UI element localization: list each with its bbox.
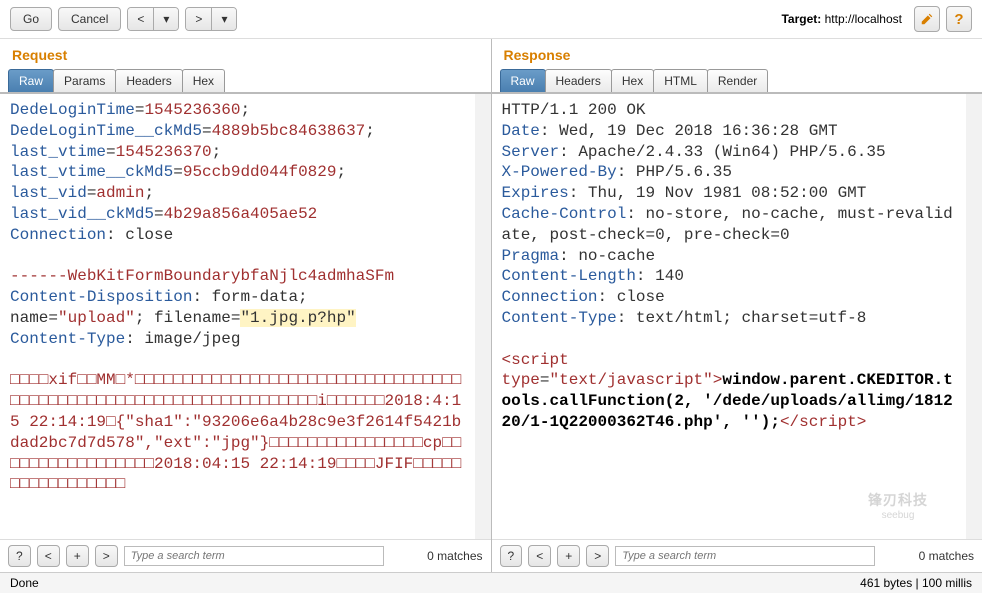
history-back-menu-button[interactable]: ▾ bbox=[154, 8, 178, 30]
response-search-next-button[interactable]: > bbox=[586, 545, 609, 567]
response-title: Response bbox=[492, 39, 982, 69]
response-search-add-button[interactable]: + bbox=[557, 545, 580, 567]
tab-response-headers[interactable]: Headers bbox=[545, 69, 612, 92]
target-label: Target: http://localhost bbox=[781, 12, 902, 26]
tab-response-render[interactable]: Render bbox=[707, 69, 768, 92]
status-left: Done bbox=[10, 576, 39, 590]
status-bar: Done 461 bytes | 100 millis bbox=[0, 572, 982, 593]
response-pane: Response Raw Headers Hex HTML Render HTT… bbox=[491, 39, 982, 572]
history-forward-menu-button[interactable]: ▾ bbox=[212, 8, 236, 30]
response-search-matches: 0 matches bbox=[919, 549, 974, 563]
request-search-add-button[interactable]: + bbox=[66, 545, 89, 567]
request-search-input[interactable] bbox=[124, 546, 384, 566]
tab-request-headers[interactable]: Headers bbox=[115, 69, 182, 92]
request-search-matches: 0 matches bbox=[427, 549, 482, 563]
history-back-button[interactable]: < bbox=[128, 8, 154, 30]
response-body[interactable]: HTTP/1.1 200 OK Date: Wed, 19 Dec 2018 1… bbox=[492, 94, 982, 539]
tab-request-raw[interactable]: Raw bbox=[8, 69, 54, 92]
cancel-button[interactable]: Cancel bbox=[58, 7, 121, 31]
tab-response-hex[interactable]: Hex bbox=[611, 69, 654, 92]
response-search-bar: ? < + > 0 matches bbox=[492, 539, 982, 572]
tab-response-raw[interactable]: Raw bbox=[500, 69, 546, 92]
go-button[interactable]: Go bbox=[10, 7, 52, 31]
top-toolbar: Go Cancel < ▾ > ▾ Target: http://localho… bbox=[0, 0, 982, 39]
pencil-icon bbox=[920, 12, 934, 26]
response-search-input[interactable] bbox=[615, 546, 875, 566]
request-search-help-button[interactable]: ? bbox=[8, 545, 31, 567]
tab-request-params[interactable]: Params bbox=[53, 69, 116, 92]
main-split: Request Raw Params Headers Hex DedeLogin… bbox=[0, 39, 982, 572]
history-back-group: < ▾ bbox=[127, 7, 179, 31]
request-pane: Request Raw Params Headers Hex DedeLogin… bbox=[0, 39, 491, 572]
history-forward-group: > ▾ bbox=[185, 7, 237, 31]
history-forward-button[interactable]: > bbox=[186, 8, 212, 30]
request-search-prev-button[interactable]: < bbox=[37, 545, 60, 567]
request-search-next-button[interactable]: > bbox=[95, 545, 118, 567]
request-title: Request bbox=[0, 39, 491, 69]
question-icon: ? bbox=[954, 11, 963, 28]
response-search-help-button[interactable]: ? bbox=[500, 545, 523, 567]
status-right: 461 bytes | 100 millis bbox=[860, 576, 972, 590]
response-search-prev-button[interactable]: < bbox=[528, 545, 551, 567]
request-search-bar: ? < + > 0 matches bbox=[0, 539, 491, 572]
request-tabs: Raw Params Headers Hex bbox=[0, 69, 491, 94]
edit-target-button[interactable] bbox=[914, 6, 940, 32]
request-body[interactable]: DedeLoginTime=1545236360; DedeLoginTime_… bbox=[0, 94, 491, 539]
help-button[interactable]: ? bbox=[946, 6, 972, 32]
tab-request-hex[interactable]: Hex bbox=[182, 69, 225, 92]
response-tabs: Raw Headers Hex HTML Render bbox=[492, 69, 982, 94]
tab-response-html[interactable]: HTML bbox=[653, 69, 708, 92]
